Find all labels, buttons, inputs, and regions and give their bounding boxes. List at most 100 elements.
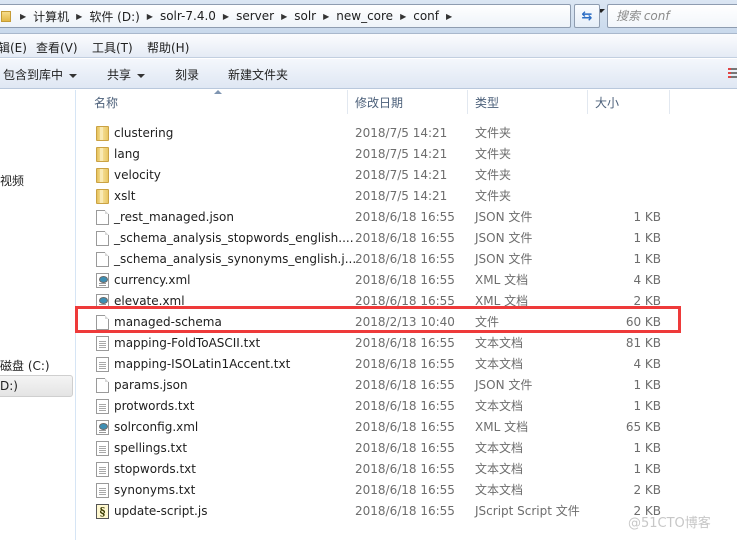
breadcrumb-computer[interactable]: 计算机 — [33, 8, 69, 25]
new-folder-button[interactable]: 新建文件夹 — [228, 66, 288, 83]
file-size: 1 KB — [633, 378, 661, 392]
text-file-icon — [96, 441, 109, 456]
nav-item-drive-d[interactable]: D:) — [0, 375, 73, 397]
menu-tools[interactable]: 工具(T) — [92, 39, 133, 56]
file-type: 文件 — [475, 315, 500, 329]
file-row[interactable]: managed-schema 2018/2/13 10:40 文件 60 KB — [77, 312, 737, 333]
chevron-right-icon[interactable]: ▶ — [147, 12, 153, 21]
chevron-right-icon[interactable]: ▶ — [281, 12, 287, 21]
file-row[interactable]: mapping-FoldToASCII.txt 2018/6/18 16:55 文本… — [77, 333, 737, 354]
file-size — [595, 144, 661, 165]
file-name: synonyms.txt — [114, 483, 196, 497]
breadcrumb-conf[interactable]: conf — [413, 9, 439, 23]
file-modified-date: 2018/6/18 16:55 — [355, 399, 455, 413]
view-options-icon[interactable] — [728, 68, 737, 79]
file-type: JSON 文件 — [475, 252, 533, 266]
file-row[interactable]: xslt 2018/7/5 14:21 文件夹 — [77, 186, 737, 207]
address-bar[interactable]: ▶ 计算机 ▶ 软件 (D:) ▶ solr-7.4.0 ▶ server ▶ … — [0, 4, 571, 28]
chevron-right-icon[interactable]: ▶ — [20, 12, 26, 21]
breadcrumb-solr[interactable]: solr — [294, 9, 316, 23]
file-modified-date: 2018/6/18 16:55 — [355, 336, 455, 350]
command-bar: 包含到库中 共享 刻录 新建文件夹 — [0, 59, 737, 89]
column-header-type[interactable]: 类型 — [475, 90, 499, 114]
chevron-down-icon — [69, 73, 78, 78]
column-divider[interactable] — [587, 90, 588, 114]
file-name: solrconfig.xml — [114, 420, 199, 434]
chevron-right-icon[interactable]: ▶ — [76, 12, 82, 21]
file-row[interactable]: lang 2018/7/5 14:21 文件夹 — [77, 144, 737, 165]
xml-file-icon — [96, 420, 109, 435]
share-button[interactable]: 共享 — [107, 66, 146, 83]
breadcrumb-server[interactable]: server — [236, 9, 274, 23]
chevron-right-icon[interactable]: ▶ — [323, 12, 329, 21]
file-row[interactable]: velocity 2018/7/5 14:21 文件夹 — [77, 165, 737, 186]
file-row[interactable]: params.json 2018/6/18 16:55 JSON 文件 1 KB — [77, 375, 737, 396]
nav-item-videos[interactable]: 视频 — [0, 172, 24, 189]
file-row[interactable]: spellings.txt 2018/6/18 16:55 文本文档 1 KB — [77, 438, 737, 459]
file-size: 2 KB — [633, 483, 661, 497]
column-header-size[interactable]: 大小 — [595, 90, 619, 114]
file-name: protwords.txt — [114, 399, 195, 413]
chevron-right-icon[interactable]: ▶ — [446, 12, 452, 21]
watermark: @51CTO博客 — [628, 516, 711, 531]
breadcrumb-drive-d[interactable]: 软件 (D:) — [89, 8, 139, 25]
file-row[interactable]: mapping-ISOLatin1Accent.txt 2018/6/18 16:… — [77, 354, 737, 375]
breadcrumb: ▶ 计算机 ▶ 软件 (D:) ▶ solr-7.4.0 ▶ server ▶ … — [13, 5, 459, 27]
file-row[interactable]: _schema_analysis_synonyms_english.j... 20… — [77, 249, 737, 270]
file-modified-date: 2018/6/18 16:55 — [355, 357, 455, 371]
file-modified-date: 2018/6/18 16:55 — [355, 294, 455, 308]
navigation-pane: 视频 磁盘 (C:) — [0, 90, 76, 540]
file-type: JScript Script 文件 — [475, 504, 580, 518]
file-type: 文件夹 — [475, 147, 512, 161]
column-divider[interactable] — [467, 90, 468, 114]
nav-item-drive-c[interactable]: 磁盘 (C:) — [0, 357, 50, 374]
file-type: JSON 文件 — [475, 231, 533, 245]
file-modified-date: 2018/6/18 16:55 — [355, 420, 455, 434]
file-modified-date: 2018/6/18 16:55 — [355, 231, 455, 245]
burn-button[interactable]: 刻录 — [175, 66, 199, 83]
menu-view[interactable]: 查看(V) — [36, 39, 78, 56]
menu-edit[interactable]: 辑(E) — [0, 39, 27, 56]
file-row[interactable]: _rest_managed.json 2018/6/18 16:55 JSON 文件… — [77, 207, 737, 228]
file-size: 4 KB — [633, 273, 661, 287]
file-size: 60 KB — [625, 315, 661, 329]
breadcrumb-solr-740[interactable]: solr-7.4.0 — [160, 9, 216, 23]
file-list: 名称 修改日期 类型 大小 clustering 2018/7/5 14:21 文件… — [77, 90, 737, 540]
file-type: 文件夹 — [475, 168, 512, 182]
file-name: currency.xml — [114, 273, 191, 287]
column-header-date[interactable]: 修改日期 — [355, 90, 403, 114]
menu-help[interactable]: 帮助(H) — [147, 39, 189, 56]
file-size — [595, 186, 661, 207]
file-row[interactable]: elevate.xml 2018/6/18 16:55 XML 文档 2 KB — [77, 291, 737, 312]
text-file-icon — [96, 462, 109, 477]
file-row[interactable]: synonyms.txt 2018/6/18 16:55 文本文档 2 KB — [77, 480, 737, 501]
file-row[interactable]: clustering 2018/7/5 14:21 文件夹 — [77, 123, 737, 144]
file-row[interactable]: stopwords.txt 2018/6/18 16:55 文本文档 1 KB — [77, 459, 737, 480]
column-divider[interactable] — [669, 90, 670, 114]
chevron-right-icon[interactable]: ▶ — [400, 12, 406, 21]
file-modified-date: 2018/6/18 16:55 — [355, 378, 455, 392]
file-row[interactable]: _schema_analysis_stopwords_english.... 20… — [77, 228, 737, 249]
breadcrumb-new-core[interactable]: new_core — [336, 9, 393, 23]
refresh-button[interactable]: ⇆ — [574, 4, 600, 28]
file-size: 1 KB — [633, 210, 661, 224]
refresh-icon: ⇆ — [581, 8, 593, 24]
xml-file-icon — [96, 273, 109, 288]
file-row[interactable]: protwords.txt 2018/6/18 16:55 文本文档 1 KB — [77, 396, 737, 417]
column-header-name[interactable]: 名称 — [94, 90, 118, 114]
file-name: mapping-ISOLatin1Accent.txt — [114, 357, 291, 371]
column-divider[interactable] — [347, 90, 348, 114]
search-input[interactable]: 搜索 conf — [607, 4, 737, 28]
file-type: 文件夹 — [475, 189, 512, 203]
file-modified-date: 2018/6/18 16:55 — [355, 441, 455, 455]
file-size: 1 KB — [633, 252, 661, 266]
file-size: 2 KB — [633, 294, 661, 308]
file-row[interactable]: currency.xml 2018/6/18 16:55 XML 文档 4 KB — [77, 270, 737, 291]
include-in-library-button[interactable]: 包含到库中 — [3, 66, 78, 83]
chevron-right-icon[interactable]: ▶ — [223, 12, 229, 21]
file-size: 1 KB — [633, 399, 661, 413]
file-size — [595, 123, 661, 144]
file-size: 1 KB — [633, 231, 661, 245]
file-row[interactable]: solrconfig.xml 2018/6/18 16:55 XML 文档 65 KB — [77, 417, 737, 438]
file-modified-date: 2018/7/5 14:21 — [355, 189, 448, 203]
